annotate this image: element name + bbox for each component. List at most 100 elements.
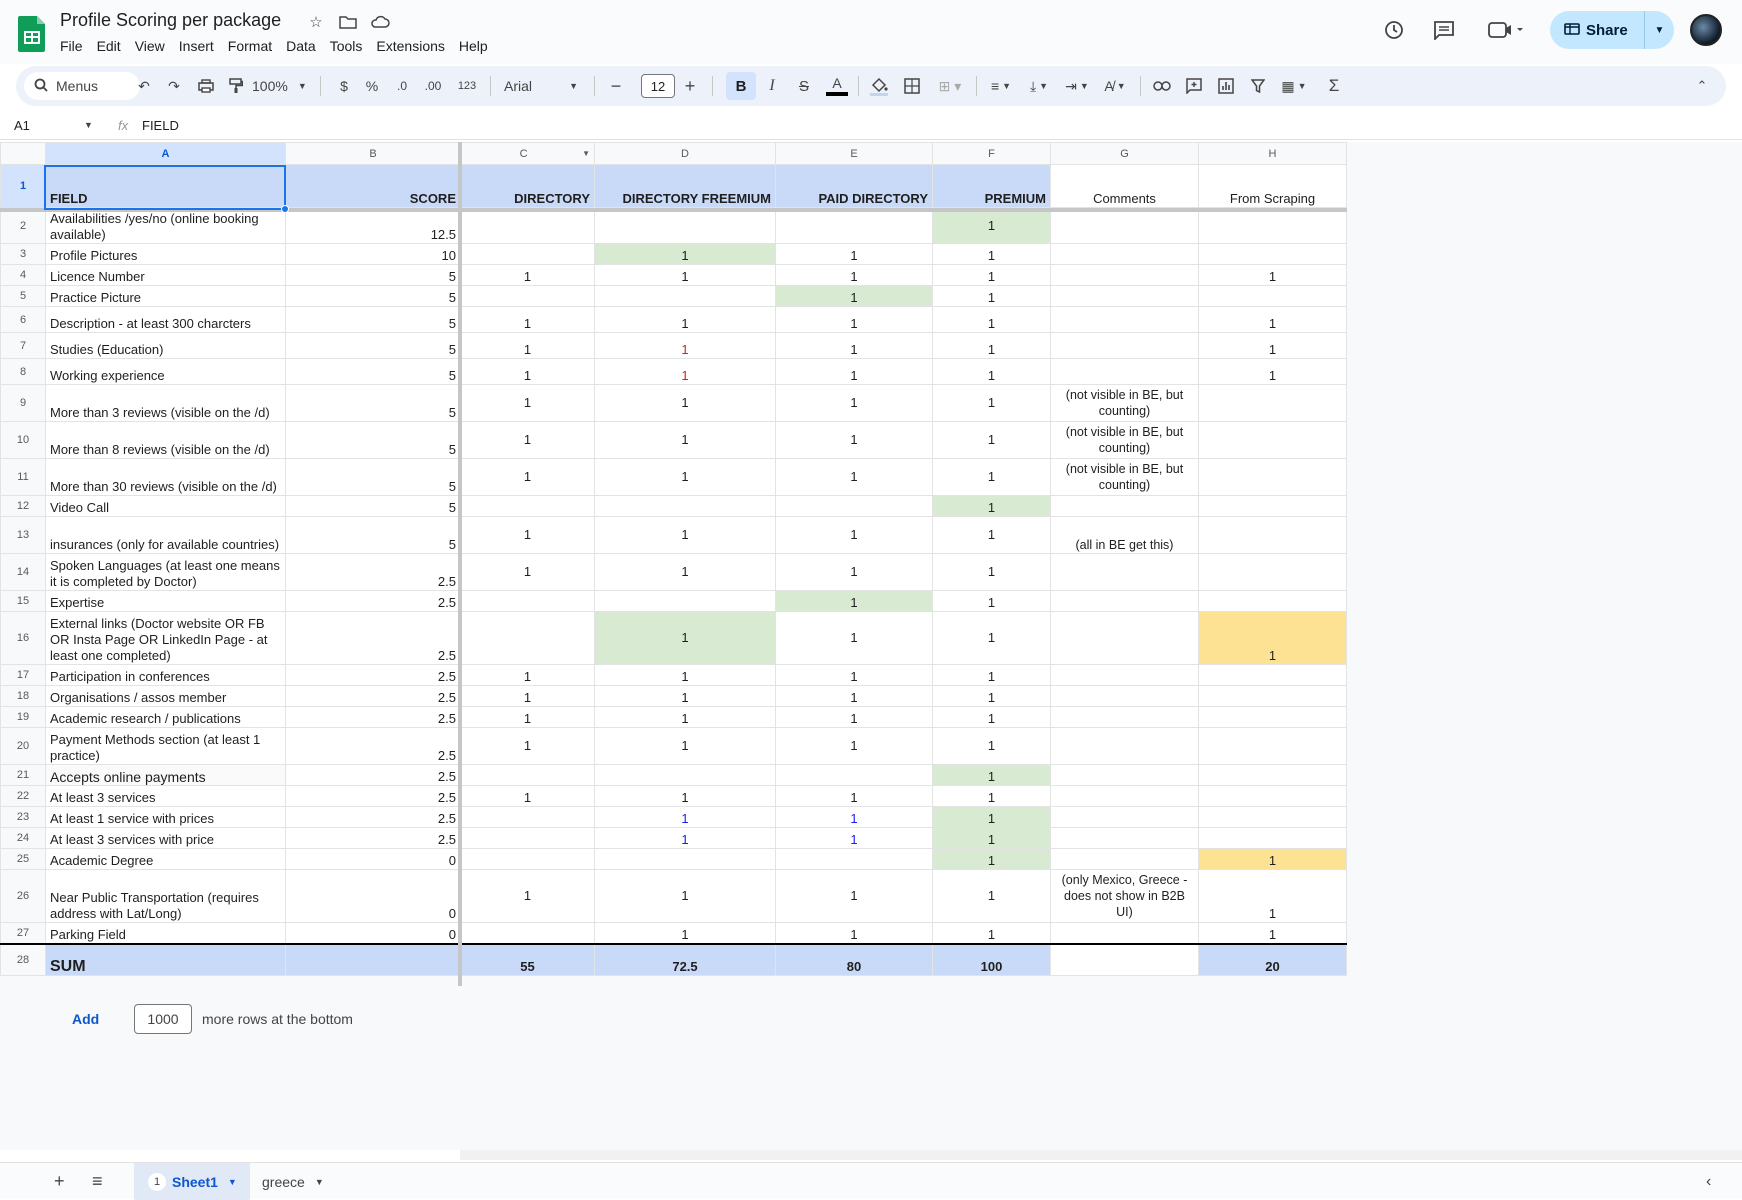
row-number[interactable]: 10 [0,421,46,459]
increase-decimal-button[interactable]: .00 [420,66,446,106]
add-sheet-icon[interactable]: + [54,1163,65,1200]
move-folder-icon[interactable] [338,12,358,32]
cell-sum-directory[interactable]: 55 [460,942,595,976]
cell-score[interactable]: 5 [285,495,461,517]
cell-d[interactable]: 1 [594,827,776,849]
cell-f[interactable]: 1 [932,553,1051,591]
menu-format[interactable]: Format [221,36,279,56]
cell-f[interactable]: 1 [932,384,1051,422]
cloud-status-icon[interactable] [370,12,390,32]
cell-score[interactable]: 2.5 [285,764,461,786]
cell-score[interactable]: 5 [285,285,461,307]
row-number[interactable]: 13 [0,516,46,554]
cell-score[interactable]: 2.5 [285,664,461,686]
cell-score[interactable]: 5 [285,421,461,459]
cell-f[interactable]: 1 [932,922,1051,944]
decrease-font-size-icon[interactable]: − [606,66,626,106]
cell-field[interactable]: Parking Field [45,922,286,944]
cell-from-scraping[interactable] [1198,207,1347,244]
cell-d[interactable]: 1 [594,685,776,707]
paint-format-icon[interactable] [224,66,248,106]
row-number[interactable]: 11 [0,458,46,496]
cell-f[interactable]: 1 [932,458,1051,496]
cell-f[interactable]: 1 [932,611,1051,665]
cell-d[interactable]: 1 [594,306,776,333]
cell-comment[interactable] [1050,243,1199,265]
cell-c[interactable]: 1 [460,664,595,686]
menu-tools[interactable]: Tools [323,36,370,56]
text-rotation-icon[interactable]: A̸ ▼ [1098,66,1132,106]
cell-c[interactable]: 1 [460,869,595,923]
cell-from-scraping-header[interactable]: From Scraping [1198,164,1347,208]
decrease-decimal-button[interactable]: .0 [390,66,414,106]
cell-comment[interactable]: (not visible in BE, but counting) [1050,421,1199,459]
cell-score-header[interactable]: SCORE [285,164,461,208]
cell-comment[interactable] [1050,806,1199,828]
cell-e[interactable] [775,848,933,870]
cell-from-scraping[interactable]: 1 [1198,306,1347,333]
row-number[interactable]: 7 [0,332,46,359]
column-header-c[interactable]: C ▼ [460,142,595,165]
cell-d[interactable] [594,207,776,244]
cell-e[interactable]: 1 [775,806,933,828]
all-sheets-icon[interactable]: ≡ [92,1163,103,1200]
cell-score[interactable]: 5 [285,384,461,422]
cell-f[interactable]: 1 [932,848,1051,870]
cell-c[interactable] [460,243,595,265]
chevron-down-icon[interactable]: ▼ [228,1177,237,1187]
cell-score[interactable]: 0 [285,922,461,944]
cell-d[interactable]: 1 [594,706,776,728]
cell-sum-from-scraping[interactable]: 20 [1198,942,1347,976]
cell-d[interactable]: 1 [594,421,776,459]
currency-button[interactable]: $ [334,66,354,106]
cell-c[interactable]: 1 [460,332,595,359]
cell-f[interactable]: 1 [932,306,1051,333]
cell-c[interactable] [460,611,595,665]
row-number[interactable]: 1 [0,164,46,208]
cell-d[interactable]: 1 [594,243,776,265]
cell-c[interactable] [460,764,595,786]
cell-d[interactable] [594,848,776,870]
insert-chart-icon[interactable] [1214,66,1238,106]
cell-score[interactable]: 5 [285,458,461,496]
column-header-f[interactable]: F [932,142,1051,165]
cell-f[interactable]: 1 [932,664,1051,686]
cell-c[interactable]: 1 [460,264,595,286]
cell-field-header[interactable]: FIELD [45,164,286,208]
cell-score[interactable]: 10 [285,243,461,265]
cell-field[interactable]: Organisations / assos member [45,685,286,707]
column-header-b[interactable]: B [285,142,461,165]
column-header-a[interactable]: A [45,142,286,165]
select-all-corner[interactable] [0,142,46,165]
cell-score[interactable]: 5 [285,332,461,359]
version-history-icon[interactable] [1380,16,1408,44]
cell-directory-freemium-header[interactable]: DIRECTORY FREEMIUM [594,164,776,208]
name-box-dropdown-icon[interactable]: ▼ [84,120,93,130]
cell-f[interactable]: 1 [932,358,1051,385]
avatar[interactable] [1690,14,1722,46]
cell-e[interactable]: 1 [775,243,933,265]
increase-font-size-icon[interactable]: + [680,66,700,106]
cell-d[interactable]: 1 [594,922,776,944]
cell-field[interactable]: Licence Number [45,264,286,286]
cell-d[interactable] [594,285,776,307]
cell-from-scraping[interactable]: 1 [1198,922,1347,944]
row-number[interactable]: 16 [0,611,46,665]
cell-e[interactable]: 1 [775,590,933,612]
row-number[interactable]: 22 [0,785,46,807]
cell-field[interactable]: More than 8 reviews (visible on the /d) [45,421,286,459]
cell-comment[interactable] [1050,332,1199,359]
cell-from-scraping[interactable] [1198,827,1347,849]
cell-score[interactable]: 12.5 [285,207,461,244]
cell-score[interactable]: 5 [285,358,461,385]
cell-from-scraping[interactable] [1198,553,1347,591]
cell-from-scraping[interactable] [1198,764,1347,786]
cell-field[interactable]: Payment Methods section (at least 1 prac… [45,727,286,765]
cell-sum-directory-freemium[interactable]: 72.5 [594,942,776,976]
menu-view[interactable]: View [128,36,172,56]
cell-comment[interactable] [1050,764,1199,786]
cell-comment[interactable] [1050,848,1199,870]
cell-c[interactable] [460,848,595,870]
cell-field[interactable]: Participation in conferences [45,664,286,686]
cell-e[interactable]: 1 [775,332,933,359]
